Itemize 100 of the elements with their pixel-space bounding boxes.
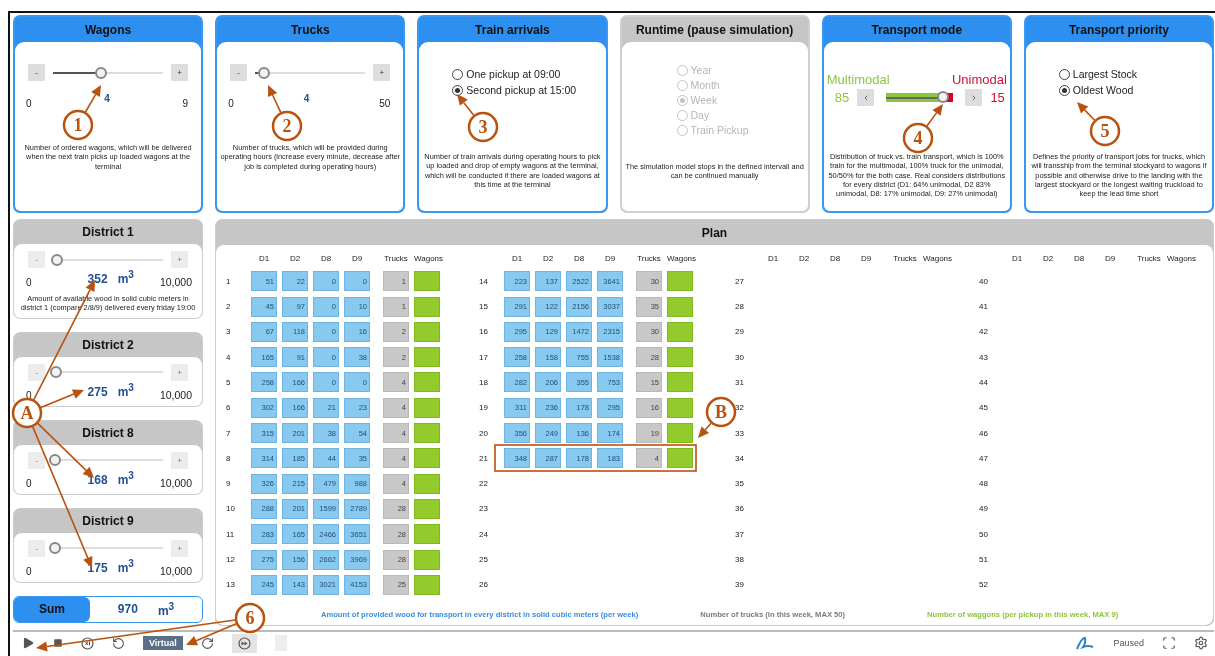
wagon-cell [667, 423, 693, 444]
play-icon [21, 636, 35, 650]
callout-marker: 4 [902, 122, 934, 154]
slider-thumb[interactable] [50, 253, 63, 266]
stop-icon [53, 638, 63, 648]
slider-value: 4 [104, 93, 110, 104]
option-label: Month [690, 79, 720, 91]
week-number: 29 [735, 326, 745, 339]
week-number: 44 [979, 377, 989, 389]
wagon-cell [414, 448, 440, 469]
status-text: Paused [1113, 638, 1144, 648]
speed-icon [81, 636, 94, 650]
decrement-button[interactable]: - [230, 64, 248, 81]
max-label: 10,000 [159, 476, 192, 489]
radio-button[interactable] [452, 84, 464, 96]
callout-arrow [926, 104, 943, 127]
wagon-cell [414, 397, 440, 418]
column-header: D9 [1103, 254, 1117, 265]
fullscreen-button[interactable] [1162, 636, 1176, 650]
week-number: 45 [979, 402, 989, 415]
week-number: 10 [226, 503, 236, 516]
slider-thumb[interactable] [258, 66, 270, 79]
speed-button[interactable] [81, 636, 94, 650]
wagon-cell [667, 448, 693, 469]
radio-button[interactable] [1058, 84, 1070, 96]
card-title: District 1 [81, 224, 135, 241]
max-label: 10,000 [159, 564, 192, 577]
column-header: D9 [350, 254, 364, 265]
slider-thumb[interactable] [48, 454, 61, 466]
callout-marker: A [11, 397, 43, 429]
decrement-button[interactable]: - [28, 539, 45, 557]
slider-thumb[interactable] [48, 542, 61, 554]
increment-button[interactable]: + [171, 64, 189, 81]
wagon-cell [667, 347, 693, 368]
increment-button[interactable]: + [171, 451, 188, 469]
week-number: 26 [479, 579, 489, 592]
week-number: 43 [979, 351, 989, 364]
radio-button[interactable] [452, 68, 464, 80]
decrement-button[interactable]: - [28, 251, 45, 268]
increment-button[interactable]: + [171, 251, 188, 268]
card-title: Runtime (pause simulation) [634, 21, 795, 39]
week-number: 24 [479, 528, 489, 541]
week-number: 46 [979, 427, 989, 440]
slider-value: 4 [303, 93, 310, 104]
week-number: 19 [479, 402, 489, 415]
card-title: District 8 [81, 424, 135, 442]
card-title: District 9 [81, 512, 135, 530]
slider-thumb[interactable] [95, 66, 108, 79]
slower-icon [112, 636, 125, 650]
radio-button[interactable] [1058, 68, 1070, 80]
increment-button[interactable]: + [171, 539, 188, 557]
settings-button[interactable] [1194, 636, 1208, 650]
week-number: 42 [979, 326, 989, 339]
wagon-cell [667, 271, 693, 292]
week-number: 25 [479, 554, 489, 567]
slider-thumb[interactable] [937, 91, 950, 103]
week-number: 23 [479, 503, 489, 516]
wagon-cell [414, 473, 440, 494]
week-number: 11 [226, 528, 236, 541]
option-label: Second pickup at 15:00 [466, 84, 577, 96]
wagon-cell [414, 423, 440, 444]
slower-button[interactable] [112, 636, 125, 650]
min-label: 0 [26, 477, 32, 489]
week-number: 14 [479, 275, 489, 288]
column-header: D1 [510, 254, 524, 265]
week-number: 20 [479, 427, 489, 440]
week-number: 30 [735, 351, 745, 364]
week-number: 50 [979, 528, 989, 541]
wagon-cell [414, 549, 440, 570]
week-number: 8 [226, 452, 232, 465]
column-header: D8 [572, 254, 586, 265]
wood-amount: 168 m$^{3}$ [87, 469, 134, 487]
sum-value: 970 [117, 602, 138, 616]
column-header: D2 [288, 254, 302, 265]
time-mode-badge[interactable]: Virtual [143, 636, 183, 650]
wagon-cell [414, 574, 440, 595]
slider-thumb[interactable] [50, 366, 63, 378]
increment-button[interactable]: + [171, 363, 188, 381]
decrement-button[interactable]: - [28, 363, 45, 381]
week-number: 52 [979, 579, 989, 592]
week-number: 38 [735, 554, 745, 567]
faster-button[interactable] [200, 636, 214, 650]
wagon-cell [414, 296, 440, 317]
column-header: D8 [1072, 254, 1086, 265]
column-header: D9 [603, 254, 617, 265]
stop-button[interactable] [53, 638, 63, 648]
decrement-button[interactable]: - [28, 451, 45, 469]
week-number: 49 [979, 503, 989, 516]
fullscreen-icon [1162, 636, 1176, 650]
fast-forward-button[interactable] [231, 633, 257, 653]
card-title: Train arrivals [474, 21, 551, 39]
callout-marker: 2 [271, 110, 303, 142]
decrement-button[interactable]: - [28, 64, 45, 81]
option-label: Day [690, 109, 710, 121]
column-header: D2 [797, 254, 811, 265]
fast-forward-icon [237, 636, 251, 650]
callout-arrow [268, 85, 282, 114]
play-button[interactable] [21, 636, 35, 650]
increment-button[interactable]: + [373, 64, 391, 81]
option-label: Year [690, 64, 712, 76]
